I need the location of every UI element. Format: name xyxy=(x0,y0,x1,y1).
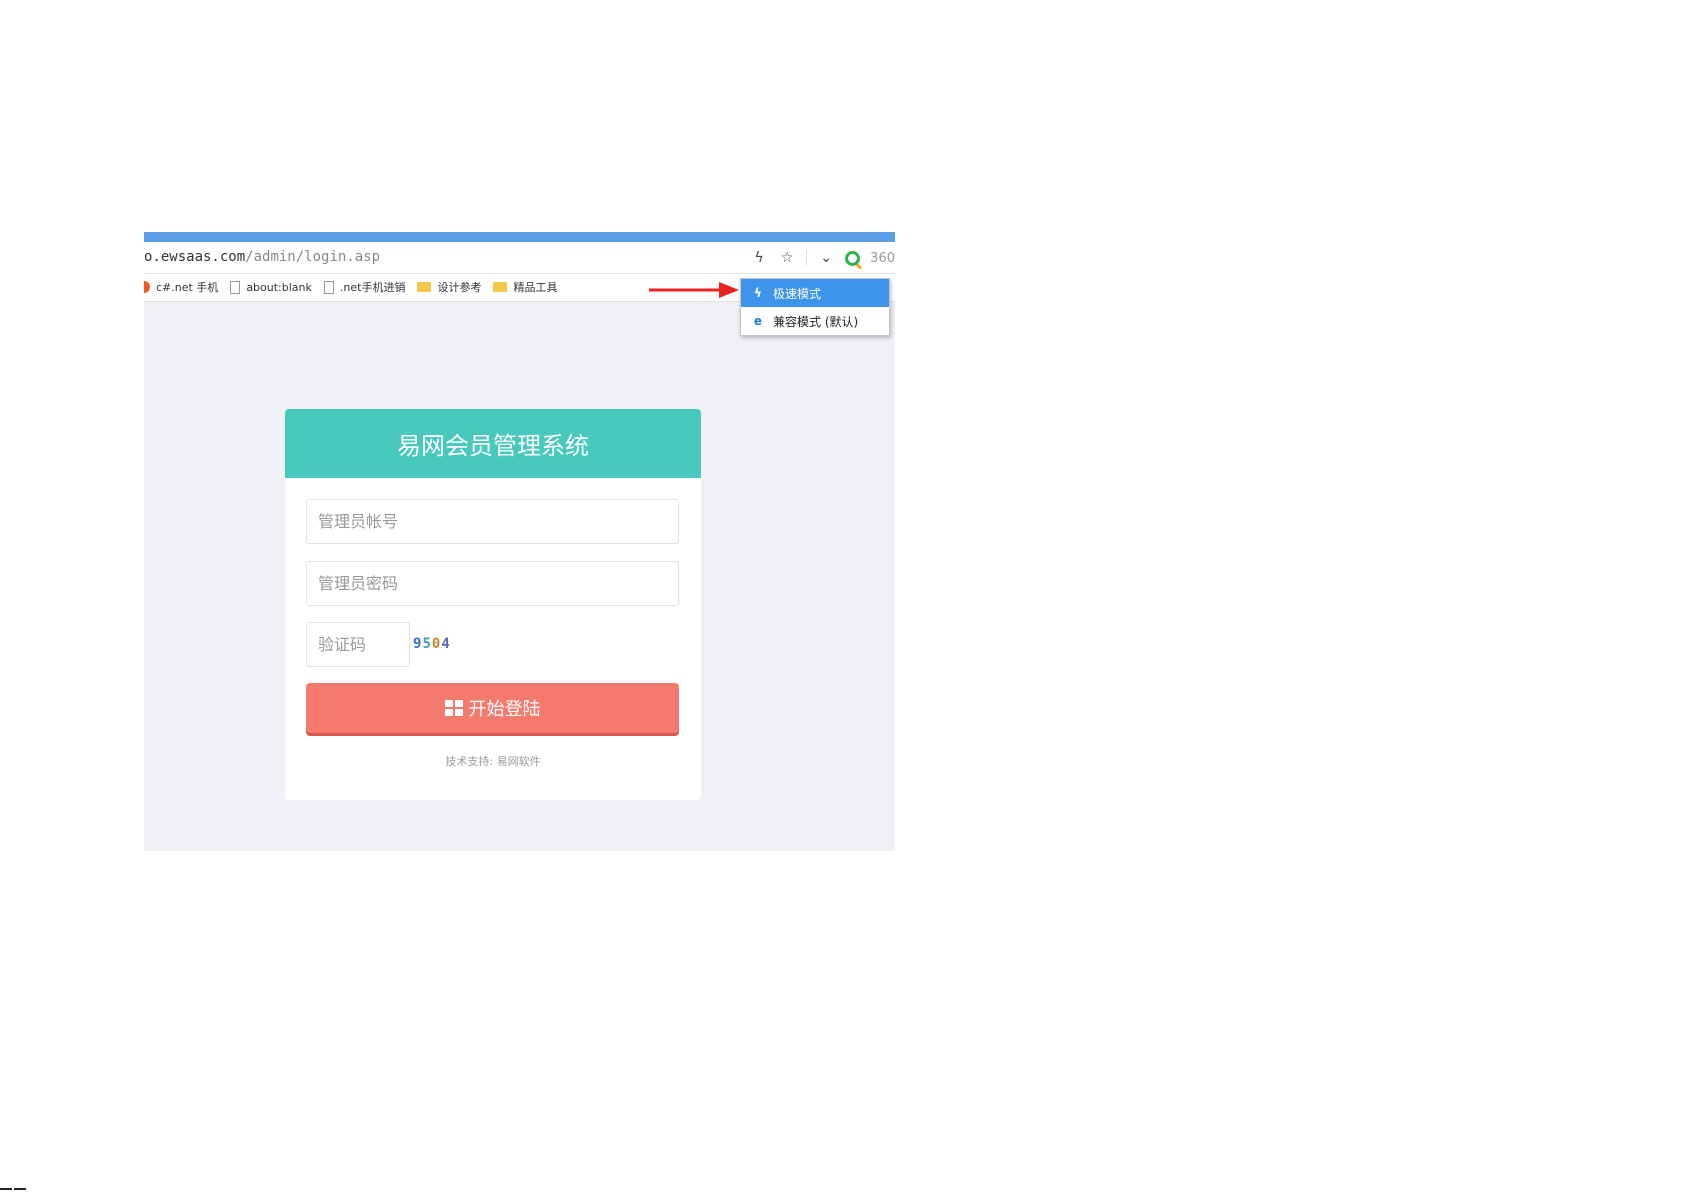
bookmark-label: 设计参考 xyxy=(437,281,482,294)
captcha-char: 0 xyxy=(431,636,442,652)
page-icon xyxy=(230,280,241,294)
username-field[interactable] xyxy=(306,499,679,544)
browser-360-logo-icon[interactable] xyxy=(845,250,861,266)
login-button[interactable]: 开始登陆 xyxy=(306,683,679,733)
chevron-down-icon[interactable]: ⌄ xyxy=(817,250,835,266)
browser-screenshot: o.ewsaas.com/admin/login.asp ϟ ☆ ⌄ 360 c… xyxy=(144,232,895,851)
folder-icon xyxy=(417,282,432,292)
bookmark-label: 精品工具 xyxy=(513,281,558,294)
captcha-char: 5 xyxy=(422,636,432,652)
url-host: o.ewsaas.com xyxy=(144,249,246,265)
lightning-icon: ϟ xyxy=(754,286,762,300)
speed-mode-item[interactable]: ϟ 极速模式 xyxy=(741,279,889,307)
corner-mark xyxy=(0,1188,50,1192)
bookmark-item[interactable]: .net手机进销 xyxy=(323,279,406,295)
lightning-icon[interactable]: ϟ xyxy=(750,250,768,266)
compat-mode-item[interactable]: e 兼容模式 (默认) xyxy=(741,307,889,335)
divider xyxy=(806,250,808,266)
windows-icon xyxy=(444,700,463,716)
login-header: 易网会员管理系统 xyxy=(285,409,701,478)
bookmark-folder[interactable]: 精品工具 xyxy=(493,279,557,295)
render-mode-menu: ϟ 极速模式 e 兼容模式 (默认) xyxy=(740,278,890,336)
captcha-image[interactable]: 9504 xyxy=(413,636,451,652)
ie-icon: e xyxy=(753,314,763,328)
browser-title-strip xyxy=(144,232,895,242)
bookmark-item[interactable]: about:blank xyxy=(230,280,312,294)
browser-name: 360 xyxy=(870,250,895,266)
address-bar[interactable]: o.ewsaas.com/admin/login.asp ϟ ☆ ⌄ 360 xyxy=(144,242,895,274)
site-favicon-icon xyxy=(144,281,150,293)
captcha-char: 4 xyxy=(441,636,451,652)
bookmark-label: about:blank xyxy=(246,280,312,294)
password-field[interactable] xyxy=(306,561,679,606)
menu-item-label: 兼容模式 (默认) xyxy=(773,314,859,329)
star-icon[interactable]: ☆ xyxy=(778,250,796,266)
captcha-field[interactable] xyxy=(306,622,410,667)
bookmark-item[interactable]: c#.net 手机 xyxy=(144,279,218,295)
page-icon xyxy=(323,280,334,294)
folder-icon xyxy=(493,282,508,292)
red-arrow-annotation xyxy=(649,282,739,298)
support-text: 技术支持: 易网软件 xyxy=(445,755,541,768)
bookmark-label: .net手机进销 xyxy=(339,281,406,294)
bookmark-folder[interactable]: 设计参考 xyxy=(417,279,481,295)
page-title: 易网会员管理系统 xyxy=(397,432,589,460)
menu-item-label: 极速模式 xyxy=(773,286,822,301)
url-path: /admin/login.asp xyxy=(245,249,381,265)
url-text[interactable]: o.ewsaas.com/admin/login.asp xyxy=(144,249,380,265)
login-button-label: 开始登陆 xyxy=(468,699,541,720)
bookmark-label: c#.net 手机 xyxy=(156,281,219,294)
login-card: 易网会员管理系统 9504 开始登陆 技术支持: 易网软件 xyxy=(285,409,701,800)
address-bar-icons: ϟ ☆ ⌄ 360 xyxy=(750,248,895,268)
